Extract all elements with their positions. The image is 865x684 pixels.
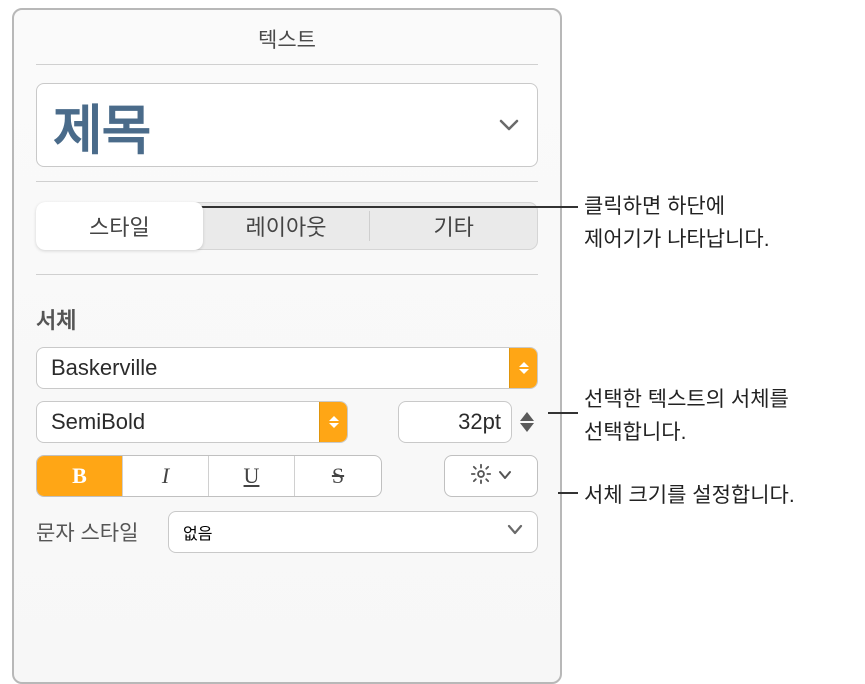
callout-text-font: 선택한 텍스트의 서체를 선택합니다.	[584, 384, 789, 449]
font-size-input[interactable]: 32pt	[398, 401, 512, 443]
paragraph-style-popup[interactable]: 제목	[36, 83, 538, 167]
font-family-popup[interactable]: Baskerville	[36, 347, 538, 389]
font-weight-size-row: SemiBold 32pt	[36, 401, 538, 443]
tab-layout[interactable]: 레이아웃	[203, 203, 370, 249]
chevron-down-icon	[507, 523, 523, 541]
tab-style[interactable]: 스타일	[36, 202, 203, 250]
text-inspector-panel: 텍스트 제목 스타일 레이아웃 기타 서체 Baskerville SemiBo…	[12, 8, 562, 684]
text-format-group: B I U S	[36, 455, 382, 497]
callout-text-tabs: 클릭하면 하단에 제어기가 나타납니다.	[584, 191, 770, 256]
paragraph-style-label: 제목	[53, 86, 150, 165]
divider	[36, 274, 538, 275]
chevron-down-icon	[499, 118, 519, 132]
stepper-up-icon[interactable]	[520, 412, 534, 421]
panel-title: 텍스트	[14, 10, 560, 64]
italic-button[interactable]: I	[123, 456, 209, 496]
divider	[36, 64, 538, 65]
strikethrough-button[interactable]: S	[295, 456, 381, 496]
segmented-control: 스타일 레이아웃 기타	[36, 202, 538, 250]
chevron-down-icon	[498, 467, 512, 485]
popup-arrows-icon	[509, 348, 537, 388]
divider	[36, 181, 538, 182]
font-weight-popup[interactable]: SemiBold	[36, 401, 348, 443]
callout-text-size: 서체 크기를 설정합니다.	[584, 480, 795, 513]
popup-arrows-icon	[319, 402, 347, 442]
font-weight-value: SemiBold	[51, 409, 145, 435]
text-format-row: B I U S	[36, 455, 538, 497]
character-style-label: 문자 스타일	[36, 517, 154, 547]
character-style-popup[interactable]: 없음	[168, 511, 538, 553]
font-family-value: Baskerville	[51, 355, 157, 381]
tabs: 스타일 레이아웃 기타	[36, 202, 538, 250]
character-style-row: 문자 스타일 없음	[36, 511, 538, 553]
character-style-value: 없음	[183, 520, 212, 544]
font-family-row: Baskerville	[36, 347, 538, 389]
tab-more[interactable]: 기타	[370, 203, 537, 249]
stepper-down-icon[interactable]	[520, 423, 534, 432]
font-section-label: 서체	[36, 303, 538, 335]
font-size-stepper: 32pt	[398, 401, 538, 443]
advanced-options-button[interactable]	[444, 455, 538, 497]
underline-button[interactable]: U	[209, 456, 295, 496]
gear-icon	[470, 463, 492, 490]
stepper-buttons	[516, 401, 538, 443]
bold-button[interactable]: B	[37, 456, 123, 496]
